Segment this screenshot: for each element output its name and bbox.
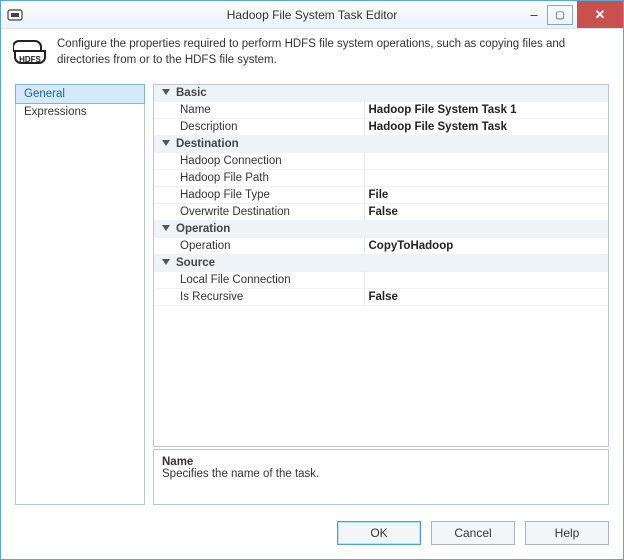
category-label: Destination (176, 138, 239, 150)
property-row[interactable]: Description Hadoop File System Task (154, 119, 608, 136)
property-pane: Basic Name Hadoop File System Task 1 Des… (153, 84, 609, 505)
cancel-button[interactable]: Cancel (431, 521, 515, 545)
property-row[interactable]: Hadoop Connection (154, 153, 608, 170)
property-label: Hadoop Connection (154, 153, 364, 170)
property-value[interactable]: File (364, 187, 608, 204)
help-pane: Name Specifies the name of the task. (153, 449, 609, 505)
property-label: Description (154, 119, 364, 136)
category-row[interactable]: Destination (154, 136, 608, 153)
task-editor-window: Hadoop File System Task Editor – ▢ ✕ HDF… (0, 0, 624, 560)
property-label: Hadoop File Type (154, 187, 364, 204)
property-value[interactable]: False (364, 204, 608, 221)
property-label: Overwrite Destination (154, 204, 364, 221)
property-row[interactable]: Overwrite Destination False (154, 204, 608, 221)
property-value[interactable] (364, 170, 608, 187)
category-label: Operation (176, 223, 230, 235)
ok-button[interactable]: OK (337, 521, 421, 545)
property-row[interactable]: Hadoop File Path (154, 170, 608, 187)
dialog-body: General Expressions Basic Name Hadoop Fi… (1, 78, 623, 505)
property-label: Is Recursive (154, 289, 364, 306)
sidebar-item-expressions[interactable]: Expressions (16, 103, 144, 121)
collapse-icon[interactable] (162, 140, 170, 146)
titlebar: Hadoop File System Task Editor – ▢ ✕ (1, 1, 623, 29)
sidebar-item-general[interactable]: General (15, 84, 145, 104)
category-row[interactable]: Basic (154, 85, 608, 102)
property-label: Operation (154, 238, 364, 255)
property-row[interactable]: Is Recursive False (154, 289, 608, 306)
help-title: Name (162, 456, 600, 468)
header-description: Configure the properties required to per… (57, 37, 609, 68)
category-label: Basic (176, 87, 207, 99)
header: HDFS Configure the properties required t… (1, 29, 623, 78)
property-row[interactable]: Operation CopyToHadoop (154, 238, 608, 255)
property-label: Hadoop File Path (154, 170, 364, 187)
sidebar-item-label: Expressions (24, 106, 87, 118)
category-row[interactable]: Source (154, 255, 608, 272)
collapse-icon[interactable] (162, 89, 170, 95)
property-value[interactable] (364, 272, 608, 289)
window-title: Hadoop File System Task Editor (1, 8, 623, 22)
help-button[interactable]: Help (525, 521, 609, 545)
sidebar-item-label: General (24, 88, 65, 100)
category-row[interactable]: Operation (154, 221, 608, 238)
dialog-footer: OK Cancel Help (1, 505, 623, 559)
help-description: Specifies the name of the task. (162, 468, 600, 480)
collapse-icon[interactable] (162, 225, 170, 231)
category-label: Source (176, 257, 215, 269)
hdfs-icon: HDFS (13, 37, 47, 67)
collapse-icon[interactable] (162, 259, 170, 265)
property-label: Name (154, 102, 364, 119)
nav-sidebar: General Expressions (15, 84, 145, 505)
property-row[interactable]: Hadoop File Type File (154, 187, 608, 204)
property-value[interactable] (364, 153, 608, 170)
property-label: Local File Connection (154, 272, 364, 289)
property-row[interactable]: Name Hadoop File System Task 1 (154, 102, 608, 119)
svg-text:HDFS: HDFS (19, 55, 41, 64)
property-value[interactable]: False (364, 289, 608, 306)
property-value[interactable]: Hadoop File System Task (364, 119, 608, 136)
property-value[interactable]: CopyToHadoop (364, 238, 608, 255)
property-value[interactable]: Hadoop File System Task 1 (364, 102, 608, 119)
property-row[interactable]: Local File Connection (154, 272, 608, 289)
property-grid[interactable]: Basic Name Hadoop File System Task 1 Des… (153, 84, 609, 447)
